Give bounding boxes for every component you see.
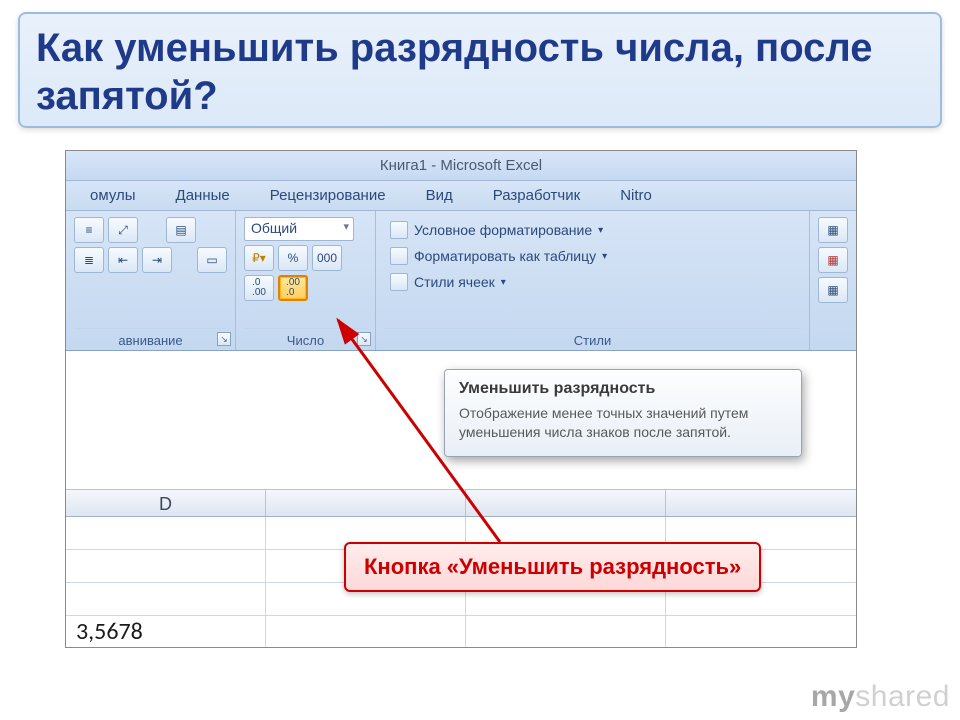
column-d-label: D (159, 494, 172, 514)
window-title-bar: Книга1 - Microsoft Excel (66, 151, 856, 181)
column-header-e[interactable] (266, 490, 466, 516)
indent-decrease-icon: ⇤ (118, 253, 128, 267)
format-as-table-label: Форматировать как таблицу (414, 248, 596, 264)
decrease-decimal-icon: .00.0 (286, 278, 300, 298)
indent-increase-icon: ⇥ (152, 253, 162, 267)
delete-cells-button[interactable]: ▦ (818, 247, 848, 273)
orientation-icon: ⤢ (118, 223, 128, 238)
chevron-down-icon: ▾ (501, 277, 506, 288)
window-title: Книга1 - Microsoft Excel (380, 157, 542, 174)
cell-styles-label: Стили ячеек (414, 274, 495, 290)
tab-data[interactable]: Данные (156, 187, 250, 204)
group-number: Общий ₽▾ % 000 .0.00 (236, 211, 376, 350)
indent-decrease-button[interactable]: ⇤ (108, 247, 138, 273)
percent-button[interactable]: % (278, 245, 308, 271)
ribbon-tabs: омулы Данные Рецензирование Вид Разработ… (66, 181, 856, 211)
group-cells-truncated: ▦ ▦ ▦ (810, 211, 856, 350)
group-styles: Условное форматирование ▾ Форматировать … (376, 211, 810, 350)
decrease-decimal-button[interactable]: .00.0 (278, 275, 308, 301)
tab-review[interactable]: Рецензирование (250, 187, 406, 204)
watermark-rest: shared (855, 680, 950, 713)
tab-view[interactable]: Вид (406, 187, 473, 204)
increase-decimal-icon: .0.00 (252, 278, 266, 298)
column-header-d[interactable]: D (66, 490, 266, 516)
slide-title-text: Как уменьшить разрядность числа, после з… (36, 24, 924, 120)
align-left-button[interactable]: ≣ (74, 247, 104, 273)
merge-cells-button[interactable]: ▭ (197, 247, 227, 273)
align-left-icon: ≣ (84, 253, 94, 267)
insert-cells-button[interactable]: ▦ (818, 217, 848, 243)
currency-icon: ₽▾ (252, 251, 266, 265)
thousands-icon: 000 (317, 251, 337, 265)
increase-decimal-button[interactable]: .0.00 (244, 275, 274, 301)
align-icon: ≡ (85, 223, 92, 237)
alignment-dialog-launcher[interactable]: ↘ (217, 332, 231, 346)
tab-developer[interactable]: Разработчик (473, 187, 600, 204)
callout-text: Кнопка «Уменьшить разрядность» (364, 554, 741, 579)
conditional-formatting-icon (390, 221, 408, 239)
cell-styles-button[interactable]: Стили ячеек ▾ (384, 269, 801, 295)
chevron-down-icon: ▾ (598, 225, 603, 236)
group-label-alignment: авнивание (74, 328, 227, 348)
insert-cells-icon: ▦ (827, 223, 838, 237)
percent-icon: % (288, 251, 299, 265)
callout-label: Кнопка «Уменьшить разрядность» (344, 542, 761, 592)
column-header-g[interactable] (666, 490, 857, 516)
wrap-text-icon: ▤ (175, 223, 186, 237)
watermark-brand: my (811, 680, 855, 713)
tab-formulas[interactable]: омулы (70, 187, 156, 204)
group-label-number: Число (244, 328, 367, 348)
tooltip-title: Уменьшить разрядность (459, 380, 787, 398)
column-headers: D (66, 489, 856, 517)
group-alignment: ≡ ⤢ ▤ ≣ ⇤ ⇥ ▭ авнив (66, 211, 236, 350)
ribbon: ≡ ⤢ ▤ ≣ ⇤ ⇥ ▭ авнив (66, 211, 856, 351)
tooltip: Уменьшить разрядность Отображение менее … (444, 369, 802, 457)
number-format-combo[interactable]: Общий (244, 217, 354, 241)
slide-title: Как уменьшить разрядность числа, после з… (18, 12, 942, 128)
group-label-styles: Стили (384, 328, 801, 348)
format-as-table-button[interactable]: Форматировать как таблицу ▾ (384, 243, 801, 269)
format-as-table-icon (390, 247, 408, 265)
format-cells-icon: ▦ (827, 283, 838, 297)
conditional-formatting-button[interactable]: Условное форматирование ▾ (384, 217, 801, 243)
cell-value: 3,5678 (76, 617, 143, 646)
thousands-button[interactable]: 000 (312, 245, 342, 271)
tooltip-body: Отображение менее точных значений путем … (459, 404, 787, 442)
chevron-down-icon: ▾ (602, 251, 607, 262)
merge-cells-icon: ▭ (206, 253, 217, 267)
indent-increase-button[interactable]: ⇥ (142, 247, 172, 273)
column-header-f[interactable] (466, 490, 666, 516)
conditional-formatting-label: Условное форматирование (414, 222, 592, 238)
tab-nitro[interactable]: Nitro (600, 187, 672, 204)
watermark: myshared (811, 680, 950, 714)
wrap-text-button[interactable]: ▤ (166, 217, 196, 243)
format-cells-button[interactable]: ▦ (818, 277, 848, 303)
currency-button[interactable]: ₽▾ (244, 245, 274, 271)
number-format-value: Общий (251, 220, 297, 236)
orientation-button[interactable]: ⤢ (108, 217, 138, 243)
cell-styles-icon (390, 273, 408, 291)
align-button-1[interactable]: ≡ (74, 217, 104, 243)
delete-cells-icon: ▦ (827, 253, 838, 267)
number-dialog-launcher[interactable]: ↘ (357, 332, 371, 346)
